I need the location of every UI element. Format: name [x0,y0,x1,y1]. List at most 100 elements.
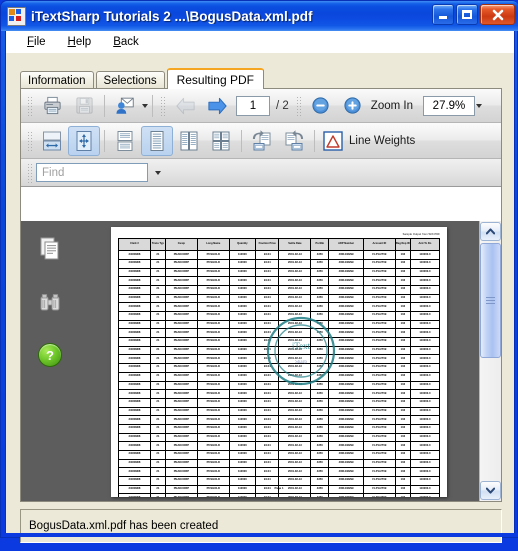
table-cell: 2001-02-13 [278,354,312,365]
zoom-in-button[interactable] [337,91,369,121]
toolbar-separator [104,129,105,152]
scroll-up-button[interactable] [480,222,501,241]
rotate-left-button[interactable] [246,126,278,156]
table-cell: 4350 [310,450,330,460]
table-cell: 94.04 [254,267,280,278]
table-cell: 2001-02-13 [278,276,312,286]
zoom-dropdown-caret[interactable] [475,103,482,108]
zoom-out-icon [312,97,329,114]
table-cell: PEAKCORP [164,441,198,451]
zoom-out-button[interactable] [305,91,337,121]
table-column-header: ADP Number [328,237,364,252]
email-dropdown-caret[interactable] [142,103,148,108]
table-cell: 4001446299 [328,258,364,269]
continuous-view-button[interactable] [109,126,141,156]
pdf-page: Sample Output from WIX.PDF Clerk # Trans … [111,227,447,497]
table-cell: 4001446299 [328,493,364,497]
line-weights-label: Line Weights [349,134,416,147]
toolbar-gripper[interactable] [27,95,33,116]
scrollbar-thumb[interactable] [480,243,501,358]
table-cell: PEAKCORP [164,380,198,391]
table-cell: FLP1A/T09 [362,302,396,312]
continuous-pages-icon [117,130,133,151]
table-cell: 110000 [228,345,257,356]
table-cell: 103 [394,267,411,278]
scrollbar-grip-icon [486,297,495,304]
rotate-left-icon [252,129,271,150]
table-cell: 4001446299 [328,354,364,365]
toolbar-gripper[interactable] [295,95,302,116]
arrow-right-icon [207,97,227,114]
find-dropdown-caret[interactable] [155,170,161,175]
table-cell: 94.04 [254,476,280,486]
table-cell: 94.04 [254,493,280,497]
maximize-button[interactable] [456,4,478,25]
table-cell: 4001446299 [328,319,364,330]
search-panel-button[interactable] [36,289,64,317]
fit-page-button[interactable] [68,125,100,156]
vertical-scrollbar[interactable] [479,221,501,501]
find-input[interactable]: Find [36,163,148,182]
menu-item-help[interactable]: Help [57,33,103,51]
tab-information[interactable]: Information [20,71,94,89]
table-cell: 21 [149,450,166,460]
close-button[interactable] [480,4,515,25]
table-cell: PCSGOLD [196,311,230,321]
table-cell: 103 [394,337,411,347]
email-button[interactable] [109,91,141,121]
table-cell: 2001-02-13 [278,345,312,356]
help-button[interactable]: ? [38,343,62,367]
menu-item-back[interactable]: Back [102,33,150,51]
table-cell: 4350 [310,371,330,382]
table-cell: PCSGOLD [196,458,230,469]
zoom-level-input[interactable]: 27.9% [422,95,475,116]
scroll-down-button[interactable] [480,481,501,500]
table-cell: 4350 [310,363,330,373]
table-cell: 4001446299 [328,389,364,399]
table-cell: PCSGOLD [196,441,230,451]
minimize-button[interactable] [432,4,454,25]
table-cell: 21 [149,337,166,347]
table-cell: PCSGOLD [196,345,230,356]
table-cell: 2001-02-13 [278,476,312,486]
tab-selections[interactable]: Selections [95,71,165,89]
table-row: 3400690821PEAKCORPPCSGOLD11000094.042001… [118,258,441,269]
table-cell: 110000.0 [409,319,441,330]
tab-resulting-pdf[interactable]: Resulting PDF [166,68,264,89]
table-cell: 103 [394,319,411,330]
pdf-data-table: Clerk # Trans Typ Cusip Long Name Quantity Fr… [118,237,441,497]
table-cell: 110000.0 [409,441,441,451]
next-page-button[interactable] [201,91,233,121]
four-page-button[interactable] [205,126,237,156]
toolbar-gripper[interactable] [27,162,33,183]
table-cell: 103 [394,423,411,434]
table-cell: 34006908 [118,432,151,443]
table-cell: PCSGOLD [196,397,230,408]
single-page-button[interactable] [141,125,173,156]
pages-thumbnail-button[interactable] [36,235,64,263]
table-cell: PEAKCORP [164,267,198,278]
page-number-input[interactable]: 1 [236,95,270,116]
previous-page-button[interactable] [169,91,201,121]
table-cell: 21 [149,328,166,339]
zoom-in-label: Zoom In [370,99,413,112]
table-cell: 110000 [228,302,257,312]
table-cell: 21 [149,389,166,399]
toolbar-gripper[interactable] [160,95,166,116]
menu-item-file[interactable]: FFileile [16,33,57,51]
table-cell: 4350 [310,328,330,339]
table-cell: PCSGOLD [196,380,230,391]
two-page-button[interactable] [173,126,205,156]
status-area: BogusData.xml.pdf has been created [20,509,502,551]
table-cell: FLP1A/T09 [362,267,396,278]
line-weights-button[interactable] [319,126,347,156]
table-cell: FLP1A/T09 [362,423,396,434]
toolbar-gripper[interactable] [27,130,33,151]
fit-width-button[interactable] [36,126,68,156]
rotate-right-button[interactable] [278,126,310,156]
save-button[interactable] [68,91,100,121]
table-column-header: Long Name [196,237,230,252]
print-button[interactable] [36,91,68,121]
table-cell: 103 [394,380,411,391]
table-cell: PEAKCORP [164,337,198,347]
